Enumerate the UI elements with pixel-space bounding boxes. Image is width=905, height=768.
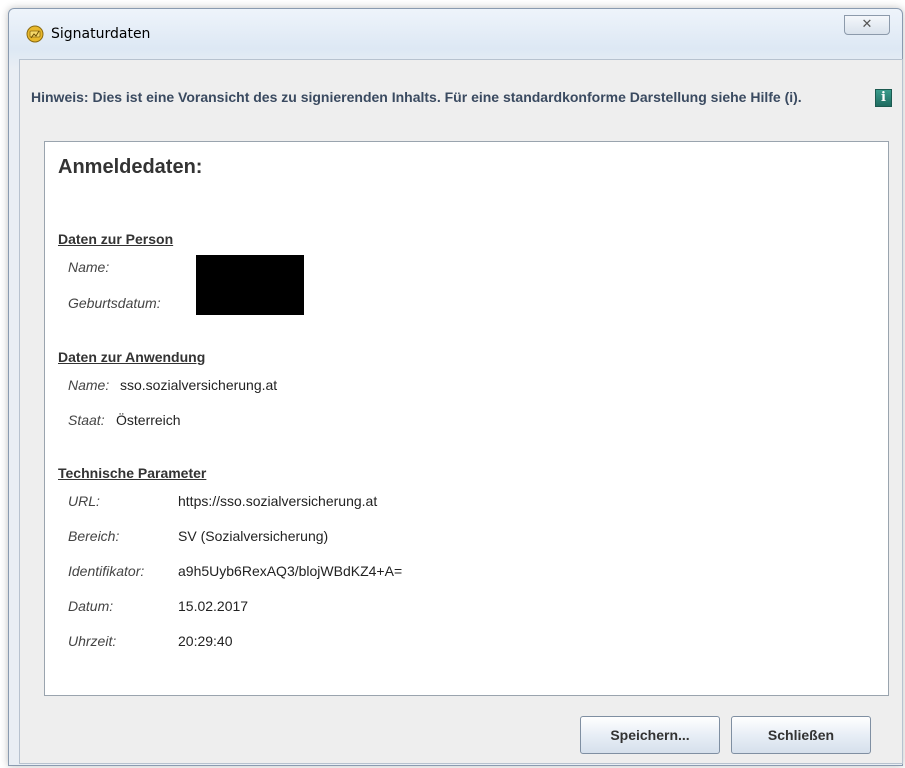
url-label: URL: xyxy=(68,493,100,509)
redacted-personal-data xyxy=(196,255,304,315)
date-label: Datum: xyxy=(68,598,114,614)
signature-preview-panel: Anmeldedaten: Daten zur Person Name: Geb… xyxy=(44,141,889,696)
person-name-label: Name: xyxy=(68,259,110,275)
application-country-label: Staat: xyxy=(68,412,105,428)
person-birthdate-label: Geburtsdatum: xyxy=(68,295,161,311)
time-value: 20:29:40 xyxy=(178,633,233,649)
area-label: Bereich: xyxy=(68,528,120,544)
window-title: Signaturdaten xyxy=(51,26,151,42)
signature-card-icon xyxy=(26,25,44,43)
window-close-button[interactable]: ✕ xyxy=(844,15,890,35)
application-name-label: Name: xyxy=(68,377,110,393)
panel-heading: Anmeldedaten: xyxy=(58,156,203,178)
identifier-label: Identifikator: xyxy=(68,563,145,579)
preview-notice: Hinweis: Dies ist eine Voransicht des zu… xyxy=(31,89,802,105)
identifier-value: a9h5Uyb6RexAQ3/blojWBdKZ4+A= xyxy=(178,563,403,579)
date-value: 15.02.2017 xyxy=(178,598,249,614)
info-icon[interactable]: i xyxy=(875,89,892,107)
application-country-value: Österreich xyxy=(116,412,181,428)
title-bar[interactable]: Signaturdaten ✕ xyxy=(9,9,902,57)
section-application-title: Daten zur Anwendung xyxy=(58,349,206,365)
section-person-title: Daten zur Person xyxy=(58,231,174,247)
time-label: Uhrzeit: xyxy=(68,633,117,649)
area-value: SV (Sozialversicherung) xyxy=(178,528,329,544)
section-technical-title: Technische Parameter xyxy=(58,465,207,481)
dialog-content: Hinweis: Dies ist eine Voransicht des zu… xyxy=(19,59,903,764)
url-value: https://sso.sozialversicherung.at xyxy=(178,493,378,509)
save-button[interactable]: Speichern... xyxy=(580,716,720,754)
close-button[interactable]: Schließen xyxy=(731,716,871,754)
application-name-value: sso.sozialversicherung.at xyxy=(120,377,278,393)
signature-data-dialog: Signaturdaten ✕ Hinweis: Dies ist eine V… xyxy=(8,8,903,766)
